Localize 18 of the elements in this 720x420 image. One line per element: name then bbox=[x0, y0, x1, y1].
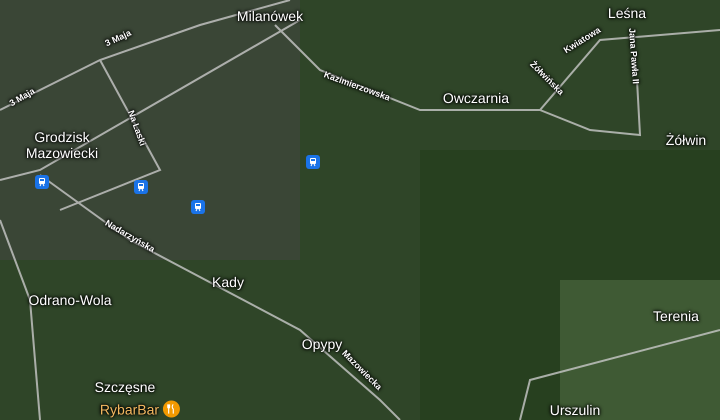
place-label: Urszulin bbox=[550, 402, 600, 418]
place-label: Kady bbox=[212, 274, 244, 290]
place-label: Żółwin bbox=[666, 132, 706, 148]
satellite-map-drawing[interactable] bbox=[0, 0, 720, 420]
street-label: 3 Maja bbox=[8, 86, 36, 108]
train-station-icon[interactable] bbox=[191, 200, 205, 214]
place-label: Szczęsne bbox=[94, 379, 156, 395]
place-label: Leśna bbox=[608, 5, 646, 21]
poi-label: RybarBar bbox=[100, 401, 160, 417]
street-label: Jana Pawła II bbox=[627, 28, 641, 84]
train-station-icon[interactable] bbox=[306, 155, 320, 169]
train-station-icon[interactable] bbox=[134, 180, 148, 194]
place-label: Terenia bbox=[653, 308, 699, 324]
place-label: Owczarnia bbox=[442, 90, 510, 106]
place-label: Milanówek bbox=[236, 8, 304, 24]
street-label: Na Laski bbox=[126, 108, 148, 148]
train-station-icon[interactable] bbox=[35, 175, 49, 189]
street-label: 3 Maja bbox=[103, 28, 133, 48]
